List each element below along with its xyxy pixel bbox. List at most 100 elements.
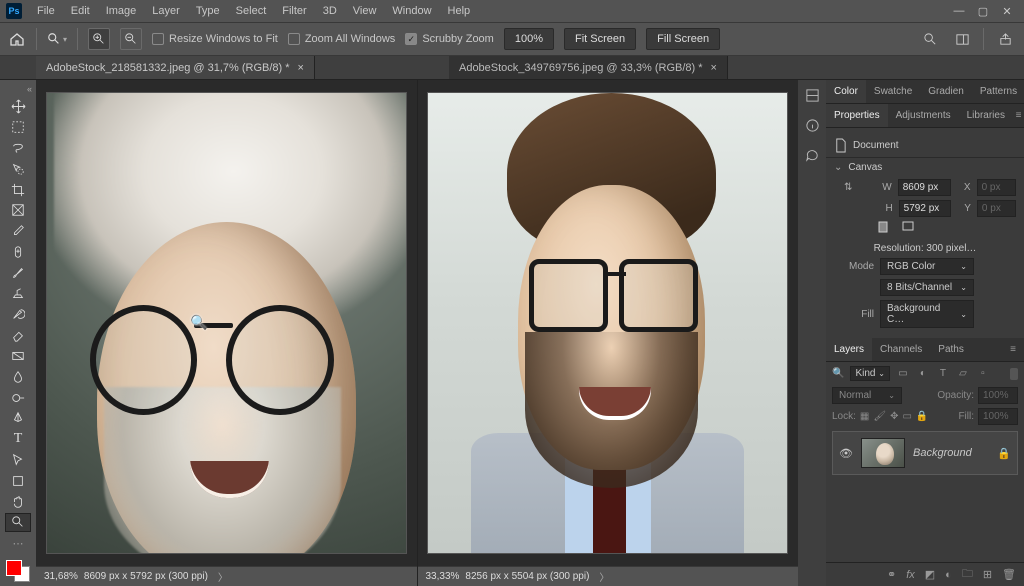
filter-adjustment-icon[interactable]: ◐	[916, 367, 930, 381]
tab-swatches[interactable]: Swatche	[866, 80, 920, 103]
canvas-1[interactable]: 🔍	[36, 80, 417, 566]
lock-pixels-icon[interactable]: 🖌	[873, 411, 886, 422]
layer-lock-icon[interactable]: 🔒	[997, 447, 1011, 460]
tab-paths[interactable]: Paths	[930, 338, 972, 361]
hand-tool[interactable]	[6, 493, 30, 510]
layer-fill-field[interactable]: 100%	[978, 408, 1018, 425]
menu-help[interactable]: Help	[441, 3, 478, 19]
share-icon[interactable]	[994, 28, 1016, 50]
canvas-2[interactable]	[418, 80, 799, 566]
filter-smart-icon[interactable]: ▫	[976, 367, 990, 381]
menu-edit[interactable]: Edit	[64, 3, 97, 19]
menu-layer[interactable]: Layer	[145, 3, 187, 19]
zoom-all-checkbox[interactable]: Zoom All Windows	[288, 33, 395, 45]
workspace-icon[interactable]	[951, 28, 973, 50]
tab-layers[interactable]: Layers	[826, 338, 872, 361]
fill-screen-button[interactable]: Fill Screen	[646, 28, 720, 50]
comments-panel-icon[interactable]	[803, 146, 821, 164]
home-icon[interactable]	[8, 30, 26, 48]
menu-view[interactable]: View	[346, 3, 384, 19]
clone-stamp-tool[interactable]	[6, 285, 30, 302]
history-brush-tool[interactable]	[6, 306, 30, 323]
eraser-tool[interactable]	[6, 327, 30, 344]
layer-visibility-icon[interactable]: 👁	[839, 447, 853, 460]
menu-3d[interactable]: 3D	[316, 3, 344, 19]
document-tab-1[interactable]: AdobeStock_218581332.jpeg @ 31,7% (RGB/8…	[36, 56, 315, 79]
dodge-tool[interactable]	[6, 389, 30, 406]
scrubby-zoom-checkbox[interactable]: ✓Scrubby Zoom	[405, 33, 494, 45]
tab-adjustments[interactable]: Adjustments	[888, 104, 959, 127]
frame-tool[interactable]	[6, 202, 30, 219]
close-tab-icon[interactable]: ×	[711, 62, 717, 74]
crop-tool[interactable]	[6, 181, 30, 198]
document-tab-2[interactable]: AdobeStock_349769756.jpeg @ 33,3% (RGB/8…	[449, 56, 728, 79]
zoom-out-button[interactable]	[120, 28, 142, 50]
group-icon[interactable]: 🗀	[962, 565, 973, 584]
link-wh-icon[interactable]: ⇅	[844, 182, 852, 193]
window-close-button[interactable]: ✕	[996, 3, 1018, 19]
blur-tool[interactable]	[6, 368, 30, 385]
type-tool[interactable]: T	[6, 431, 30, 448]
tab-channels[interactable]: Channels	[872, 338, 930, 361]
orientation-portrait-button[interactable]	[878, 221, 898, 239]
lock-all-icon[interactable]: 🔒	[916, 411, 928, 422]
lasso-tool[interactable]	[6, 140, 30, 157]
edit-toolbar-icon[interactable]: ⋯	[6, 535, 30, 552]
new-layer-icon[interactable]: ⊞	[983, 568, 992, 581]
adjustment-layer-icon[interactable]: ◐	[945, 569, 952, 581]
search-icon[interactable]	[919, 28, 941, 50]
tab-patterns[interactable]: Patterns	[972, 80, 1024, 103]
tab-properties[interactable]: Properties	[826, 104, 888, 127]
close-tab-icon[interactable]: ×	[298, 62, 304, 74]
lock-transparency-icon[interactable]: ▦	[860, 411, 869, 422]
filter-type-icon[interactable]: T	[936, 367, 950, 381]
menu-filter[interactable]: Filter	[275, 3, 313, 19]
tab-gradients[interactable]: Gradien	[920, 80, 972, 103]
fit-screen-button[interactable]: Fit Screen	[564, 28, 636, 50]
marquee-tool[interactable]	[6, 119, 30, 136]
lock-artboard-icon[interactable]: ▭	[902, 411, 911, 422]
menu-window[interactable]: Window	[385, 3, 438, 19]
move-tool[interactable]	[6, 98, 30, 115]
zoom-level[interactable]: 31,68%	[44, 571, 78, 582]
window-minimize-button[interactable]: —	[948, 3, 970, 19]
pen-tool[interactable]	[6, 410, 30, 427]
healing-brush-tool[interactable]	[6, 244, 30, 261]
layer-name[interactable]: Background	[913, 447, 972, 459]
zoom-level[interactable]: 33,33%	[426, 571, 460, 582]
tab-color[interactable]: Color	[826, 80, 866, 103]
gradient-tool[interactable]	[6, 348, 30, 365]
orientation-landscape-button[interactable]	[902, 221, 922, 239]
status-menu-icon[interactable]: 〉	[599, 569, 609, 584]
bits-dropdown[interactable]: 8 Bits/Channel⌄	[880, 279, 974, 296]
zoom-tool-indicator[interactable]: ▾	[47, 32, 67, 46]
y-field[interactable]: 0 px	[977, 200, 1016, 217]
layer-background[interactable]: 👁 Background 🔒	[832, 431, 1018, 475]
link-layers-icon[interactable]: ⚭	[887, 568, 896, 581]
width-field[interactable]: 8609 px	[898, 179, 951, 196]
menu-type[interactable]: Type	[189, 3, 227, 19]
zoom-tool[interactable]	[6, 514, 30, 531]
height-field[interactable]: 5792 px	[899, 200, 952, 217]
resize-windows-checkbox[interactable]: Resize Windows to Fit	[152, 33, 278, 45]
filter-toggle[interactable]	[1010, 368, 1018, 380]
history-panel-icon[interactable]	[803, 86, 821, 104]
filter-shape-icon[interactable]: ▱	[956, 367, 970, 381]
lock-position-icon[interactable]: ✥	[890, 411, 898, 422]
fx-icon[interactable]: fx	[906, 569, 915, 581]
window-restore-button[interactable]: ▢	[972, 3, 994, 19]
opacity-field[interactable]: 100%	[978, 387, 1018, 404]
layer-filter-dropdown[interactable]: Kind ⌄	[850, 366, 890, 381]
path-select-tool[interactable]	[6, 452, 30, 469]
filter-pixmap-icon[interactable]: ▭	[896, 367, 910, 381]
brush-tool[interactable]	[6, 264, 30, 281]
mask-icon[interactable]: ◩	[925, 568, 935, 581]
menu-select[interactable]: Select	[229, 3, 274, 19]
color-swatches[interactable]	[6, 560, 30, 582]
eyedropper-tool[interactable]	[6, 223, 30, 240]
menu-image[interactable]: Image	[99, 3, 144, 19]
filter-search-icon[interactable]: 🔍	[832, 368, 844, 379]
panel-menu-icon[interactable]: ≡	[1013, 110, 1024, 121]
fill-dropdown[interactable]: Background C…⌄	[880, 300, 974, 328]
zoom-in-button[interactable]	[88, 28, 110, 50]
